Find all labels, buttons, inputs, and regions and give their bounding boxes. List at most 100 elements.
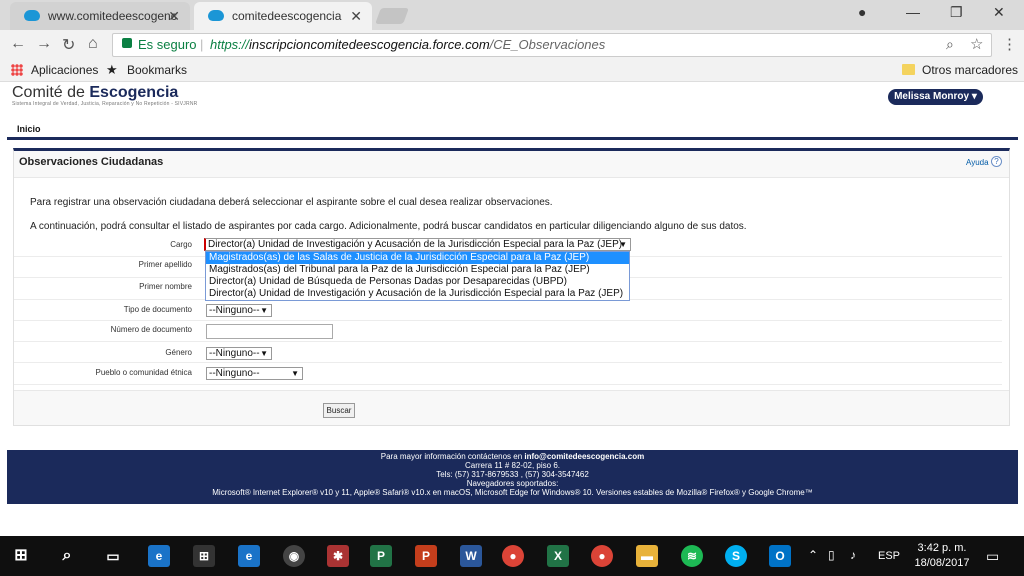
footer-line-contact: Para mayor información contáctenos en in… — [7, 452, 1018, 461]
clock-date: 18/08/2017 — [914, 557, 970, 569]
cargo-option[interactable]: Director(a) Unidad de Búsqueda de Person… — [206, 276, 629, 288]
taskbar-clock[interactable]: 3:42 p. m. 18/08/2017 — [912, 541, 972, 571]
file-explorer-icon[interactable]: ▬ — [636, 545, 658, 567]
search-icon[interactable]: ⌕ — [56, 545, 78, 567]
logo-subtitle: Sistema Integral de Verdad, Justicia, Re… — [12, 101, 198, 107]
nav-inicio-link[interactable]: Inicio — [17, 124, 41, 134]
volume-icon[interactable]: ♪ — [850, 548, 856, 562]
minimize-icon[interactable]: — — [906, 4, 920, 20]
primer-nombre-label: Primer nombre — [139, 282, 192, 291]
edge-icon[interactable]: e — [148, 545, 170, 567]
cargo-option[interactable]: Magistrados(as) del Tribunal para la Paz… — [206, 264, 629, 276]
url-host: inscripcioncomitedeescogencia.force.com — [249, 37, 490, 52]
salesforce-cloud-icon — [208, 10, 224, 21]
footer-phones: Tels: (57) 317-8679533 , (57) 304-354746… — [436, 470, 589, 479]
site-footer: Para mayor información contáctenos en in… — [7, 450, 1018, 504]
dropdown-arrow-icon: ▼ — [619, 240, 627, 249]
footer-browsers-list: Microsoft® Internet Explorer® v10 y 11, … — [212, 488, 813, 497]
cargo-selected-value: Director(a) Unidad de Investigación y Ac… — [208, 239, 623, 250]
spotify-icon[interactable]: ≋ — [681, 545, 703, 567]
camera-app-icon[interactable]: ◉ — [283, 545, 305, 567]
bookmark-star-icon[interactable]: ☆ — [970, 35, 983, 53]
reload-icon[interactable]: ↻ — [62, 35, 75, 55]
zoom-icon[interactable]: ⌕ — [946, 36, 954, 53]
project-icon[interactable]: P — [370, 545, 392, 567]
genero-label: Género — [165, 348, 192, 357]
dropdown-arrow-icon: ▼ — [291, 369, 299, 378]
url-path: /CE_Observaciones — [489, 37, 606, 52]
home-icon[interactable]: ⌂ — [88, 35, 98, 53]
skype-icon[interactable]: S — [725, 545, 747, 567]
bookmark-apps[interactable]: Aplicaciones — [31, 63, 98, 77]
help-link[interactable]: Ayuda — [966, 158, 989, 167]
kebab-menu-icon[interactable]: ⋮ — [1002, 35, 1017, 53]
close-window-icon[interactable]: ✕ — [993, 4, 1005, 21]
cargo-option[interactable]: Director(a) Unidad de Investigación y Ac… — [206, 288, 629, 300]
separator: | — [200, 37, 204, 52]
lock-icon — [122, 38, 132, 48]
cargo-select[interactable]: Director(a) Unidad de Investigación y Ac… — [204, 238, 631, 251]
new-tab-button[interactable] — [375, 8, 409, 24]
chrome-icon-2[interactable]: ● — [591, 545, 613, 567]
logo-text: Comité de — [12, 84, 90, 101]
tab-comitedeescogencia[interactable]: comitedeescogencia ✕ — [194, 2, 372, 30]
bookmark-bookmarks[interactable]: Bookmarks — [127, 63, 187, 77]
genero-select[interactable]: --Ninguno-- ▼ — [206, 347, 272, 360]
task-view-icon[interactable]: ▭ — [102, 545, 124, 567]
numero-documento-input[interactable] — [206, 324, 333, 339]
url-scheme: https:// — [210, 37, 250, 52]
internet-explorer-icon[interactable]: e — [238, 545, 260, 567]
site-navbar — [7, 118, 1018, 140]
footer-contact-text: Para mayor información contáctenos en — [380, 452, 525, 461]
bookmark-others[interactable]: Otros marcadores — [922, 63, 1018, 77]
tray-chevron-icon[interactable]: ⌃ — [808, 548, 818, 562]
excel-icon[interactable]: X — [547, 545, 569, 567]
clock-time: 3:42 p. m. — [917, 542, 967, 554]
paint-app-icon[interactable]: ✱ — [327, 545, 349, 567]
secure-label: Es seguro — [138, 37, 197, 52]
intro-text-2: A continuación, podrá consultar el lista… — [30, 221, 747, 232]
forward-icon[interactable]: → — [36, 35, 52, 53]
footer-email-link[interactable]: info@comitedeescogencia.com — [524, 452, 644, 461]
outlook-icon[interactable]: O — [769, 545, 791, 567]
tipo-documento-value: --Ninguno-- — [209, 305, 260, 316]
panel-title: Observaciones Ciudadanas — [19, 156, 164, 168]
word-icon[interactable]: W — [460, 545, 482, 567]
tipo-documento-select[interactable]: --Ninguno-- ▼ — [206, 304, 272, 317]
pueblo-select[interactable]: --Ninguno-- ▼ — [206, 367, 303, 380]
star-bookmark-icon: ★ — [106, 62, 118, 77]
dropdown-arrow-icon: ▼ — [260, 349, 268, 358]
back-icon[interactable]: ← — [10, 35, 26, 53]
close-tab-icon[interactable]: ✕ — [350, 8, 362, 25]
apps-grid-icon[interactable] — [11, 64, 23, 76]
powerpoint-icon[interactable]: P — [415, 545, 437, 567]
profile-icon[interactable]: ● — [858, 4, 866, 20]
salesforce-cloud-icon — [24, 10, 40, 21]
pueblo-value: --Ninguno-- — [209, 368, 260, 379]
cargo-option[interactable]: Magistrados(as) de las Salas de Justicia… — [206, 252, 629, 264]
intro-text-1: Para registrar una observación ciudadana… — [30, 197, 553, 208]
help-icon[interactable]: ? — [991, 156, 1002, 167]
footer-browsers-title: Navegadores soportados: — [466, 479, 559, 488]
tab-label: comitedeescogencia — [232, 9, 342, 23]
site-logo[interactable]: Comité de Escogencia — [12, 84, 178, 102]
language-indicator[interactable]: ESP — [878, 550, 900, 562]
notifications-icon[interactable]: ▭ — [986, 548, 999, 565]
logo-text-bold: Escogencia — [89, 84, 179, 101]
network-icon[interactable]: ▯ — [828, 548, 835, 562]
tab-comitedeescogencia-www[interactable]: www.comitedeescogenc ✕ — [10, 2, 190, 30]
cargo-label: Cargo — [170, 240, 192, 249]
store-icon[interactable]: ⊞ — [193, 545, 215, 567]
restore-icon[interactable]: ❐ — [950, 4, 963, 21]
user-menu-button[interactable]: Melissa Monroy ▾ — [888, 89, 983, 105]
close-tab-icon[interactable]: ✕ — [168, 8, 180, 25]
chrome-icon[interactable]: ● — [502, 545, 524, 567]
url-text[interactable]: https://inscripcioncomitedeescogencia.fo… — [210, 37, 605, 52]
cargo-dropdown-list: Magistrados(as) de las Salas de Justicia… — [205, 251, 630, 301]
windows-start-icon[interactable]: ⊞ — [10, 545, 32, 567]
pueblo-label: Pueblo o comunidad étnica — [95, 368, 192, 377]
tipo-documento-label: Tipo de documento — [123, 305, 192, 314]
buscar-button[interactable]: Buscar — [323, 403, 355, 418]
primer-apellido-label: Primer apellido — [138, 260, 192, 269]
dropdown-arrow-icon: ▼ — [260, 306, 268, 315]
